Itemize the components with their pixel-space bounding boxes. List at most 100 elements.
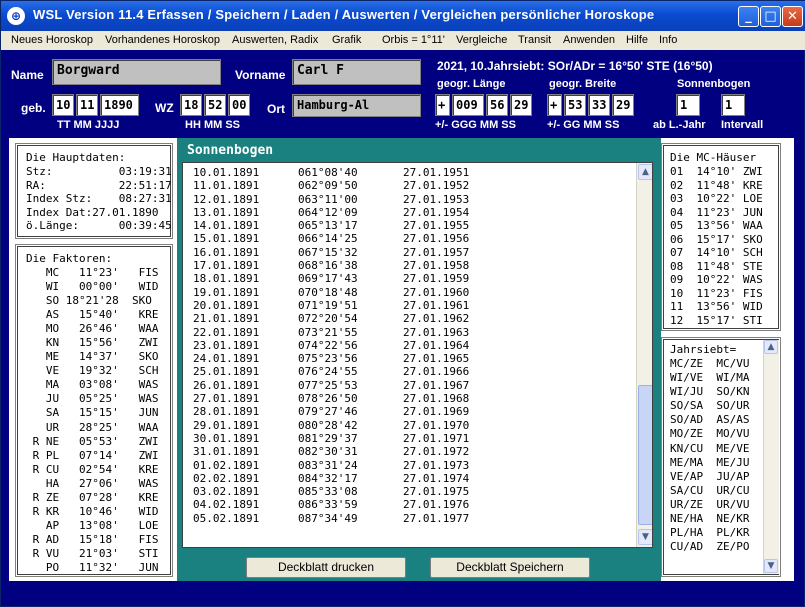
list-scrollbar[interactable]: ▲ ▼	[636, 163, 652, 547]
list-item[interactable]: 03.02.1891 085°33'08 27.01.1975	[193, 485, 513, 498]
list-item[interactable]: 27.01.1891 078°26'50 27.01.1968	[193, 392, 513, 405]
birth-year-field[interactable]: 1890	[100, 94, 139, 116]
breite-sublabels: +/- GG MM SS	[547, 119, 620, 131]
list-item[interactable]: 25.01.1891 076°24'55 27.01.1966	[193, 365, 513, 378]
birth-month-field[interactable]: 11	[76, 94, 98, 116]
minimize-button[interactable]: _	[738, 6, 759, 27]
list-item[interactable]: 14.01.1891 065°13'17 27.01.1955	[193, 219, 513, 232]
time-hour-field[interactable]: 18	[180, 94, 202, 116]
birth-day-field[interactable]: 10	[52, 94, 74, 116]
list-item[interactable]: 24.01.1891 075°23'56 27.01.1965	[193, 352, 513, 365]
time-minute-field[interactable]: 52	[204, 94, 226, 116]
time-second-field[interactable]: 00	[228, 94, 250, 116]
list-arc: 072°20'54	[298, 312, 358, 326]
list-date: 15.01.1891	[193, 232, 260, 246]
list-item[interactable]: 28.01.1891 079°27'46 27.01.1969	[193, 405, 513, 418]
list-item[interactable]: 23.01.1891 074°22'56 27.01.1964	[193, 339, 513, 352]
menu-info[interactable]: Info	[659, 34, 677, 46]
scroll-down-icon[interactable]: ▼	[638, 529, 652, 545]
list-date: 16.01.1891	[193, 245, 260, 259]
list-item[interactable]: 16.01.1891 067°15'32 27.01.1957	[193, 246, 513, 259]
menu-anwenden[interactable]: Anwenden	[563, 34, 615, 46]
scroll-thumb[interactable]	[638, 385, 652, 525]
list-item[interactable]: 05.02.1891 087°34'49 27.01.1977	[193, 512, 513, 525]
list-arc: 069°17'43	[298, 272, 358, 286]
list-item[interactable]: 18.01.1891 069°17'43 27.01.1959	[193, 272, 513, 285]
sonnenbogen-list[interactable]: 10.01.1891 061°08'40 27.01.1951 11.01.1891 0…	[182, 162, 653, 548]
list-date: 17.01.1891	[193, 259, 260, 273]
list-item[interactable]: 22.01.1891 073°21'55 27.01.1963	[193, 326, 513, 339]
save-cover-button[interactable]: Deckblatt Speichern	[430, 557, 590, 578]
hauptdaten-title: Die Hauptdaten:	[26, 151, 126, 164]
jahrsiebt-scrollbar[interactable]: ▲ ▼	[763, 340, 779, 574]
jahrsiebt-scroll-up-icon[interactable]: ▲	[764, 340, 778, 354]
jahrsiebt-row: KN/CU ME/VE	[670, 441, 750, 455]
faktoren-row: R PL 07°14' ZWI	[26, 448, 159, 462]
list-item[interactable]: 15.01.1891 066°14'25 27.01.1956	[193, 232, 513, 245]
app-globe-icon[interactable]: ⊕	[7, 7, 25, 25]
name-field[interactable]: Borgward	[52, 59, 221, 85]
list-item[interactable]: 31.01.1891 082°30'31 27.01.1972	[193, 445, 513, 458]
menu-grafik[interactable]: Grafik	[332, 34, 361, 46]
breite-minute-field[interactable]: 33	[588, 94, 610, 116]
menu-orbis[interactable]: Orbis = 1°11'	[382, 34, 445, 46]
list-item[interactable]: 10.01.1891 061°08'40 27.01.1951	[193, 166, 513, 179]
menu-vorhandenes-horoskop[interactable]: Vorhandenes Horoskop	[105, 34, 220, 46]
list-item[interactable]: 17.01.1891 068°16'38 27.01.1958	[193, 259, 513, 272]
menu-auswerten-radix[interactable]: Auswerten, Radix	[232, 34, 318, 46]
close-button[interactable]: ✕	[782, 6, 803, 27]
menu-neues-horoskop[interactable]: Neues Horoskop	[11, 34, 93, 46]
breite-sign-field[interactable]: +	[547, 94, 562, 116]
jahrsiebt-row: ME/MA ME/JU	[670, 455, 750, 469]
list-item[interactable]: 04.02.1891 086°33'59 27.01.1976	[193, 498, 513, 511]
list-item[interactable]: 20.01.1891 071°19'51 27.01.1961	[193, 299, 513, 312]
maximize-button[interactable]: □	[760, 6, 781, 27]
list-target-date: 27.01.1973	[403, 458, 470, 472]
list-item[interactable]: 01.02.1891 083°31'24 27.01.1973	[193, 459, 513, 472]
menu-bar: Neues Horoskop Vorhandenes Horoskop Ausw…	[1, 31, 805, 50]
menu-vergleiche[interactable]: Vergleiche	[456, 34, 507, 46]
list-item[interactable]: 30.01.1891 081°29'37 27.01.1971	[193, 432, 513, 445]
list-arc: 068°16'38	[298, 259, 358, 273]
list-item[interactable]: 29.01.1891 080°28'42 27.01.1970	[193, 419, 513, 432]
list-arc: 077°25'53	[298, 378, 358, 392]
mc-haeuser-row: 04 11°23' JUN	[670, 205, 763, 219]
laenge-degree-field[interactable]: 009	[452, 94, 484, 116]
menu-transit[interactable]: Transit	[518, 34, 551, 46]
print-cover-button[interactable]: Deckblatt drucken	[246, 557, 406, 578]
sonnenbogen-interval-field[interactable]: 1	[721, 94, 745, 116]
list-item[interactable]: 12.01.1891 063°11'00 27.01.1953	[193, 193, 513, 206]
list-arc: 086°33'59	[298, 498, 358, 512]
list-item[interactable]: 11.01.1891 062°09'50 27.01.1952	[193, 179, 513, 192]
title-bar[interactable]: ⊕ WSL Version 11.4 Erfassen / Speichern …	[1, 1, 805, 31]
breite-second-field[interactable]: 29	[612, 94, 634, 116]
laenge-sign-field[interactable]: +	[435, 94, 450, 116]
list-arc: 087°34'49	[298, 511, 358, 525]
list-item[interactable]: 19.01.1891 070°18'48 27.01.1960	[193, 286, 513, 299]
vorname-label: Vorname	[235, 68, 286, 82]
vorname-field[interactable]: Carl F	[292, 59, 421, 85]
laenge-second-field[interactable]: 29	[510, 94, 532, 116]
interval-label: Intervall	[721, 119, 764, 131]
faktoren-row: VE 19°32' SCH	[26, 364, 159, 378]
scroll-up-icon[interactable]: ▲	[638, 164, 652, 180]
sonnenbogen-from-field[interactable]: 1	[676, 94, 700, 116]
jahrsiebt-title: Jahrsiebt=	[670, 343, 737, 356]
list-date: 14.01.1891	[193, 219, 260, 233]
list-item[interactable]: 02.02.1891 084°32'17 27.01.1974	[193, 472, 513, 485]
jahrsiebt-scroll-down-icon[interactable]: ▼	[764, 559, 778, 573]
mc-haeuser-title: Die MC-Häuser	[670, 151, 757, 164]
ort-field[interactable]: Hamburg-Al	[292, 94, 421, 117]
list-item[interactable]: 26.01.1891 077°25'53 27.01.1967	[193, 379, 513, 392]
faktoren-row: R ZE 07°28' KRE	[26, 490, 159, 504]
breite-degree-field[interactable]: 53	[564, 94, 586, 116]
jahrsiebt-info: 2021, 10.Jahrsiebt: SOr/ADr = 16°50' STE…	[437, 59, 713, 73]
faktoren-row: AS 15°40' KRE	[26, 308, 159, 322]
menu-hilfe[interactable]: Hilfe	[626, 34, 648, 46]
list-item[interactable]: 21.01.1891 072°20'54 27.01.1962	[193, 312, 513, 325]
list-arc: 067°15'32	[298, 245, 358, 259]
hauptdaten-row: Index Stz: 08:27:31	[26, 192, 172, 205]
list-item[interactable]: 13.01.1891 064°12'09 27.01.1954	[193, 206, 513, 219]
faktoren-title: Die Faktoren:	[26, 252, 113, 265]
laenge-minute-field[interactable]: 56	[486, 94, 508, 116]
